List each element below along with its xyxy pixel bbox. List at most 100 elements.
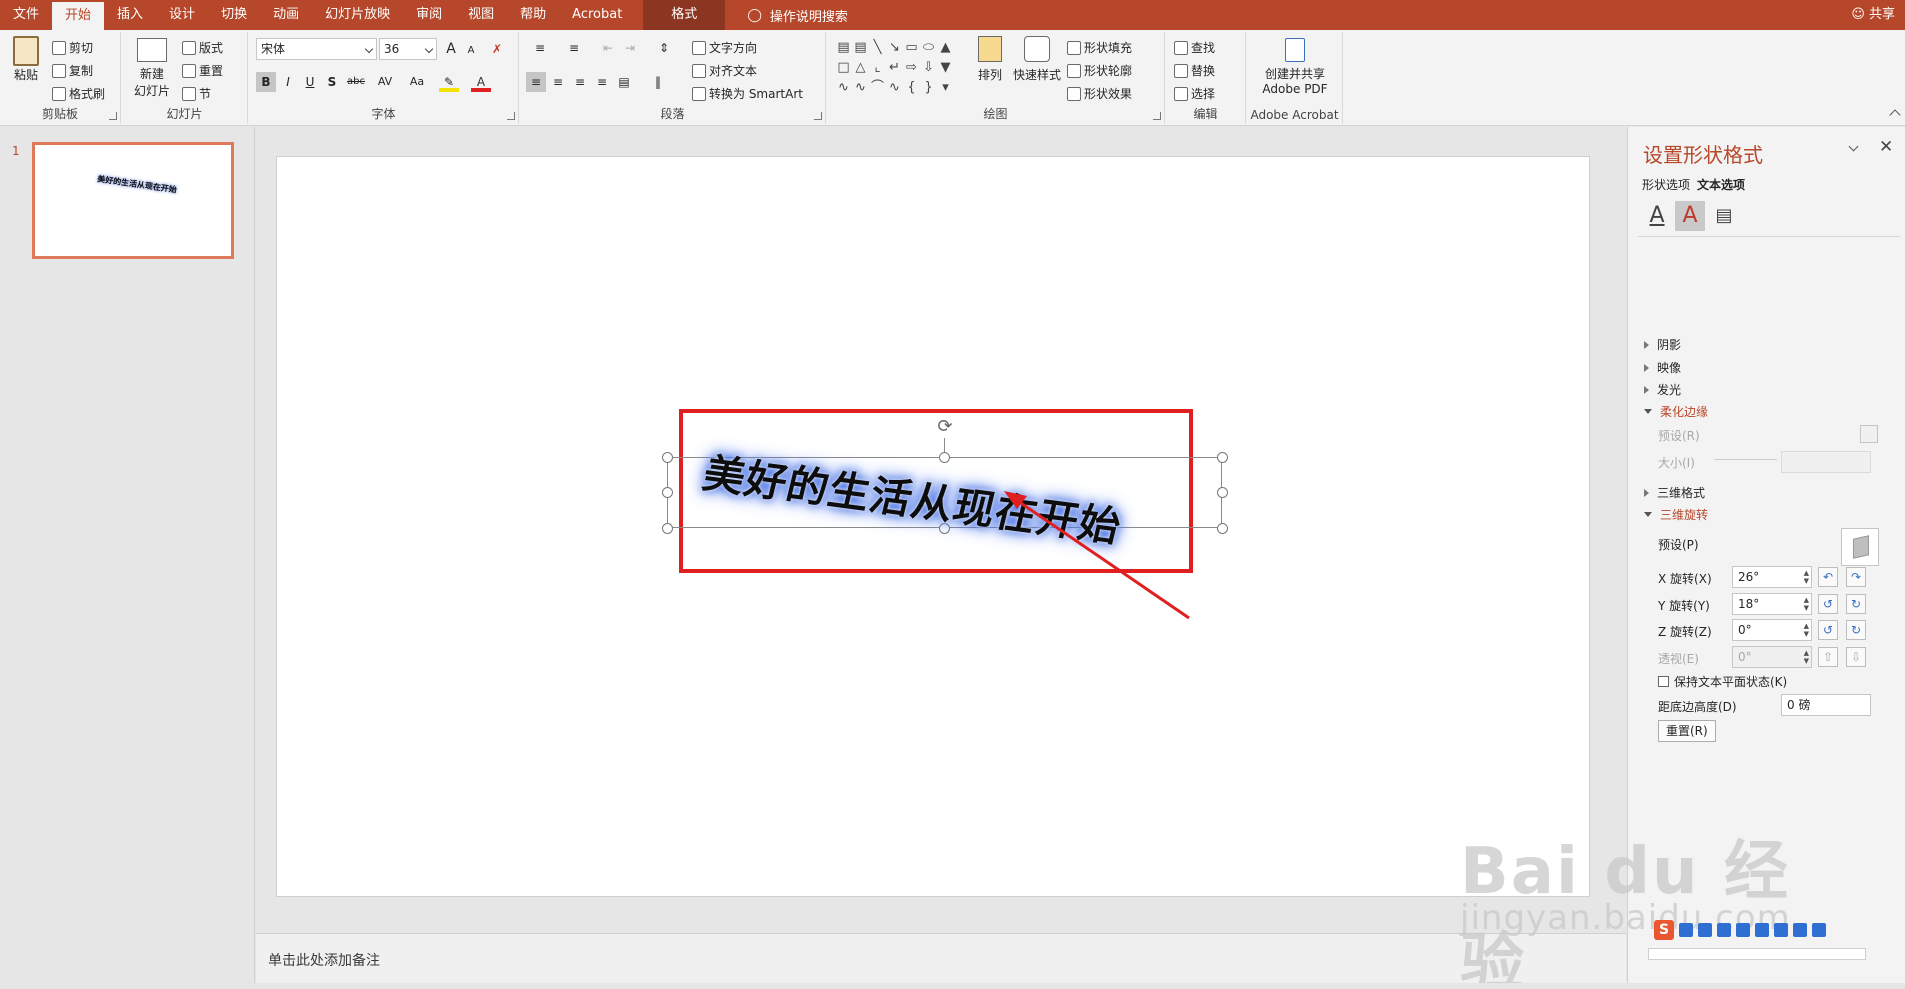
spinner-icon[interactable]: ▲ ▼ bbox=[1804, 569, 1809, 585]
shrink-font-button[interactable]: A bbox=[461, 41, 481, 61]
right-arrow-icon[interactable]: ⇨ bbox=[903, 58, 920, 78]
distance-input[interactable]: 0 磅 bbox=[1781, 694, 1871, 716]
highlight-color-icon[interactable]: ✎ bbox=[439, 72, 459, 92]
tab-animations[interactable]: 动画 bbox=[260, 0, 312, 30]
slide-canvas[interactable]: ⟳ 美好的生活从现在开始 bbox=[276, 156, 1590, 897]
rotate-up-icon[interactable]: ↻ bbox=[1846, 594, 1866, 614]
strikethrough-button[interactable]: abc bbox=[344, 72, 368, 92]
char-spacing-button[interactable]: AV bbox=[371, 72, 399, 92]
arrange-button[interactable]: 排列 bbox=[973, 36, 1007, 83]
line-spacing-icon[interactable]: ⇕ bbox=[650, 38, 678, 58]
gallery-up-icon[interactable]: ▲ bbox=[937, 38, 954, 58]
font-color-icon[interactable]: A bbox=[471, 72, 491, 92]
copy-button[interactable]: 复制 bbox=[52, 62, 93, 79]
rectangle-icon[interactable]: ▭ bbox=[903, 38, 920, 58]
section-button[interactable]: 节 bbox=[182, 85, 211, 102]
change-case-button[interactable]: Aa bbox=[403, 72, 431, 92]
triangle-icon[interactable]: △ bbox=[852, 58, 869, 78]
bold-button[interactable]: B bbox=[256, 72, 276, 92]
new-slide-button[interactable]: 新建 幻灯片 bbox=[130, 36, 174, 99]
bullets-icon[interactable]: ≡ bbox=[526, 38, 554, 58]
keep-text-flat-checkbox[interactable]: 保持文本平面状态(K) bbox=[1658, 673, 1787, 690]
align-right-icon[interactable]: ≡ bbox=[570, 72, 590, 92]
quick-styles-button[interactable]: 快速样式 bbox=[1011, 36, 1063, 83]
soft-edges-size-input[interactable] bbox=[1781, 451, 1871, 473]
ime-moon-icon[interactable] bbox=[1698, 923, 1712, 937]
tab-acrobat[interactable]: Acrobat bbox=[559, 0, 635, 30]
tab-shape-options[interactable]: 形状选项 bbox=[1642, 176, 1690, 193]
gallery-more-icon[interactable]: ▾ bbox=[937, 78, 954, 98]
reset-button[interactable]: 重置(R) bbox=[1658, 720, 1716, 742]
textbox-options-icon[interactable]: ▤ bbox=[1709, 201, 1739, 231]
text-fill-outline-icon[interactable]: A bbox=[1642, 201, 1672, 231]
gallery-down-icon[interactable]: ▼ bbox=[937, 58, 954, 78]
font-size-select[interactable]: 36 bbox=[379, 38, 437, 60]
soft-edges-size-slider[interactable] bbox=[1714, 459, 1777, 460]
rotate-cw-icon[interactable]: ↻ bbox=[1846, 620, 1866, 640]
text-shadow-button[interactable]: S bbox=[322, 72, 342, 92]
ime-lang-icon[interactable] bbox=[1679, 923, 1693, 937]
tab-home[interactable]: 开始 bbox=[52, 2, 105, 30]
paragraph-launcher[interactable] bbox=[814, 112, 822, 120]
text-effects-icon[interactable]: A bbox=[1675, 201, 1705, 231]
select-button[interactable]: 选择 bbox=[1174, 85, 1215, 102]
wave-icon[interactable]: ∿ bbox=[886, 78, 903, 98]
tab-design[interactable]: 设计 bbox=[156, 0, 208, 30]
align-left-icon[interactable]: ≡ bbox=[526, 72, 546, 92]
textbox-vert-icon[interactable]: ▤ bbox=[852, 38, 869, 58]
ime-mic-icon[interactable] bbox=[1736, 923, 1750, 937]
rotation-preset-cube-icon[interactable] bbox=[1841, 528, 1879, 566]
tell-me-search[interactable]: ◯ 操作说明搜索 bbox=[747, 0, 848, 30]
tab-transitions[interactable]: 切换 bbox=[208, 0, 260, 30]
oval-icon[interactable]: ⬭ bbox=[920, 38, 937, 58]
rotate-down-icon[interactable]: ↺ bbox=[1818, 594, 1838, 614]
curve-icon[interactable]: ∿ bbox=[835, 78, 852, 98]
ime-skin-icon[interactable] bbox=[1793, 923, 1807, 937]
tab-format[interactable]: 格式 bbox=[643, 0, 726, 30]
align-center-icon[interactable]: ≡ bbox=[548, 72, 568, 92]
close-icon[interactable]: ✕ bbox=[1879, 137, 1893, 157]
line-icon[interactable]: ╲ bbox=[869, 38, 886, 58]
spinner-icon[interactable]: ▲ ▼ bbox=[1804, 649, 1809, 665]
tab-text-options[interactable]: 文本选项 bbox=[1697, 176, 1745, 193]
textbox-icon[interactable]: ▤ bbox=[835, 38, 852, 58]
create-pdf-button[interactable]: 创建并共享 Adobe PDF bbox=[1251, 36, 1339, 96]
brace-right-icon[interactable]: } bbox=[920, 78, 937, 98]
section-shadow[interactable]: 阴影 bbox=[1644, 336, 1681, 353]
slide-thumbnail[interactable]: 美好的生活从现在开始 bbox=[32, 142, 234, 259]
chevron-down-icon[interactable] bbox=[1848, 141, 1859, 152]
increase-indent-icon[interactable]: ⇥ bbox=[620, 38, 640, 58]
section-glow[interactable]: 发光 bbox=[1644, 381, 1681, 398]
arc-icon[interactable]: ⌒ bbox=[869, 78, 886, 98]
font-name-select[interactable]: 宋体 bbox=[256, 38, 377, 60]
section-3d-rotation[interactable]: 三维旋转 bbox=[1644, 506, 1708, 523]
rotate-ccw-icon[interactable]: ↺ bbox=[1818, 620, 1838, 640]
z-rotation-input[interactable]: 0° ▲ ▼ bbox=[1732, 619, 1812, 641]
ime-keyboard-icon[interactable] bbox=[1755, 923, 1769, 937]
smartart-button[interactable]: 转换为 SmartArt bbox=[692, 85, 803, 102]
shapes-gallery[interactable]: ▤ ▤ ╲ ↘ ▭ ⬭ ▲ □ △ ⌞ ↵ ⇨ ⇩ ▼ ∿ ∿ ⌒ ∿{} ▾ bbox=[835, 38, 959, 100]
cut-button[interactable]: 剪切 bbox=[52, 39, 93, 56]
font-launcher[interactable] bbox=[507, 112, 515, 120]
shape-outline-button[interactable]: 形状轮廓 bbox=[1067, 62, 1132, 79]
paste-button[interactable]: 粘贴 bbox=[8, 36, 44, 83]
elbow-arrow-icon[interactable]: ↵ bbox=[886, 58, 903, 78]
tab-insert[interactable]: 插入 bbox=[104, 0, 156, 30]
perspective-up-icon[interactable]: ⇧ bbox=[1818, 647, 1838, 667]
layout-button[interactable]: 版式 bbox=[182, 39, 223, 56]
perspective-down-icon[interactable]: ⇩ bbox=[1846, 647, 1866, 667]
horizontal-scrollbar[interactable] bbox=[1648, 948, 1866, 960]
perspective-input[interactable]: 0° ▲ ▼ bbox=[1732, 646, 1812, 668]
underline-button[interactable]: U bbox=[300, 72, 320, 92]
sogou-icon[interactable]: S bbox=[1654, 920, 1674, 940]
section-3d-format[interactable]: 三维格式 bbox=[1644, 484, 1705, 501]
down-arrow-icon[interactable]: ⇩ bbox=[920, 58, 937, 78]
columns-icon[interactable]: ‖ bbox=[644, 72, 672, 92]
spinner-icon[interactable]: ▲ ▼ bbox=[1804, 622, 1809, 638]
tab-slideshow[interactable]: 幻灯片放映 bbox=[312, 0, 403, 30]
align-text-button[interactable]: 对齐文本 bbox=[692, 62, 757, 79]
section-reflection[interactable]: 映像 bbox=[1644, 359, 1681, 376]
decrease-indent-icon[interactable]: ⇤ bbox=[598, 38, 618, 58]
distributed-icon[interactable]: ▤ bbox=[614, 72, 634, 92]
rect-shape-icon[interactable]: □ bbox=[835, 58, 852, 78]
